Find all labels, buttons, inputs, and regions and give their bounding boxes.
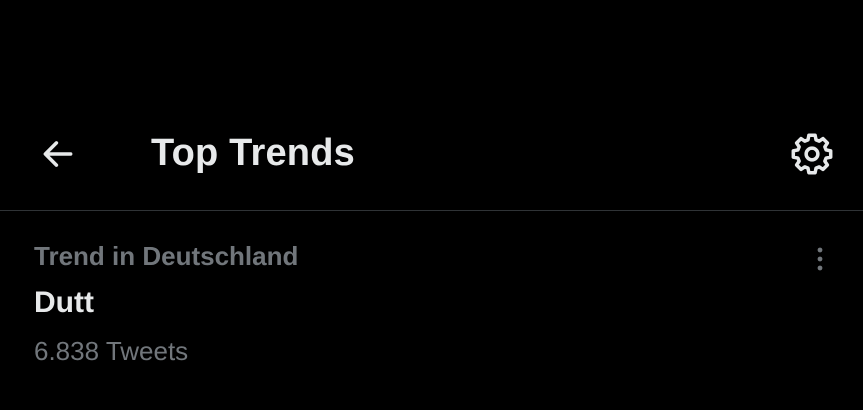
more-options-button[interactable] bbox=[800, 239, 840, 279]
top-bar: Top Trends bbox=[0, 0, 863, 211]
gear-icon bbox=[791, 133, 833, 175]
trend-context-label: Trend in Deutschland bbox=[34, 241, 299, 271]
trend-list-item[interactable]: Trend in Deutschland Dutt 6.838 Tweets bbox=[0, 211, 863, 410]
settings-button[interactable] bbox=[784, 126, 840, 182]
vertical-dots-icon bbox=[817, 247, 823, 271]
trend-tweet-count: 6.838 Tweets bbox=[34, 336, 189, 366]
arrow-left-icon bbox=[43, 141, 73, 167]
back-button[interactable] bbox=[30, 126, 86, 182]
page-title: Top Trends bbox=[151, 132, 355, 174]
trend-name: Dutt bbox=[34, 286, 94, 319]
